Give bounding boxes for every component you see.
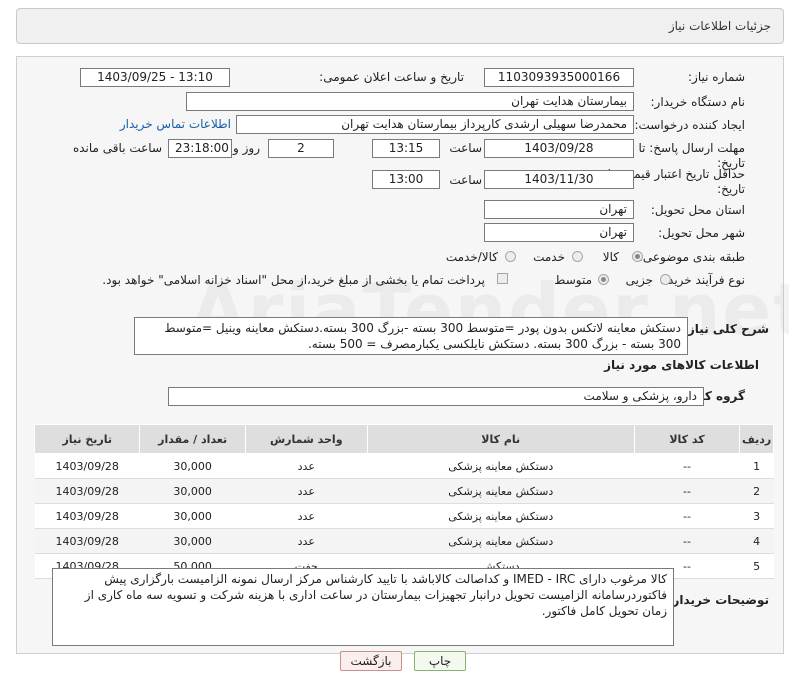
cell-row: 1 xyxy=(739,453,774,479)
category-goods-label: کالا xyxy=(602,250,619,264)
deadline-time-field[interactable]: 13:15 xyxy=(372,139,440,158)
buyer-org-label: نام دستگاه خریدار: xyxy=(650,95,746,109)
cell-name: دستکش معاینه پزشکی xyxy=(367,528,635,554)
category-goods-radio[interactable] xyxy=(632,251,643,262)
cell-name: دستکش معاینه پزشکی xyxy=(367,478,635,504)
province-label: استان محل تحویل: xyxy=(650,203,745,217)
buyer-notes-box[interactable]: کالا مرغوب دارای IMED - IRC و کداصالت کا… xyxy=(52,568,674,646)
cell-row: 5 xyxy=(739,553,774,579)
need-number-field[interactable]: 1103093935000166 xyxy=(484,68,634,87)
validity-date-field[interactable]: 1403/11/30 xyxy=(484,170,634,189)
col-code: کد کالا xyxy=(633,424,741,454)
cell-unit: عدد xyxy=(245,503,368,529)
back-button[interactable]: بازگشت xyxy=(340,651,402,671)
table-row[interactable]: 3 -- دستکش معاینه پزشکی عدد 30,000 1403/… xyxy=(34,503,774,529)
requester-label: ایجاد کننده درخواست: xyxy=(634,118,745,132)
announce-field[interactable]: 1403/09/25 - 13:10 xyxy=(80,68,230,87)
category-service-label: خدمت xyxy=(533,250,565,264)
treasury-payment-note: پرداخت تمام یا بخشی از مبلغ خرید،از محل … xyxy=(102,273,485,287)
table-row[interactable]: 4 -- دستکش معاینه پزشکی عدد 30,000 1403/… xyxy=(34,528,774,554)
treasury-payment-checkbox[interactable] xyxy=(497,273,508,284)
description-label: شرح کلی نیاز: xyxy=(683,322,769,336)
cell-date: 1403/09/28 xyxy=(34,453,140,479)
province-field[interactable]: تهران xyxy=(484,200,634,219)
col-quantity: تعداد / مقدار xyxy=(139,424,246,454)
cell-quantity: 30,000 xyxy=(139,503,246,529)
purchase-medium-label: متوسط xyxy=(554,273,592,287)
category-label: طبقه بندی موضوعی: xyxy=(638,250,745,264)
requester-field[interactable]: محمدرضا سهیلی ارشدی کارپرداز بیمارستان ه… xyxy=(236,115,634,134)
cell-date: 1403/09/28 xyxy=(34,528,140,554)
category-goods-service-label: کالا/خدمت xyxy=(445,250,498,264)
cell-quantity: 30,000 xyxy=(139,453,246,479)
cell-date: 1403/09/28 xyxy=(34,478,140,504)
cell-code: -- xyxy=(634,528,740,554)
deadline-label: مهلت ارسال پاسخ: تا xyxy=(638,141,745,155)
need-number-label: شماره نیاز: xyxy=(688,70,745,84)
col-name: نام کالا xyxy=(366,424,635,454)
validity-time-field[interactable]: 13:00 xyxy=(372,170,440,189)
cell-code: -- xyxy=(634,478,740,504)
purchase-type-label: نوع فرآیند خرید : xyxy=(660,273,745,287)
col-row: ردیف xyxy=(739,424,774,454)
days-remaining-field[interactable]: 2 xyxy=(268,139,334,158)
contact-info-link[interactable]: اطلاعات تماس خریدار xyxy=(120,117,231,131)
remaining-label: ساعت باقی مانده xyxy=(72,141,162,155)
category-service-radio[interactable] xyxy=(572,251,583,262)
time-remaining-field[interactable]: 23:18:00 xyxy=(168,139,232,158)
cell-quantity: 30,000 xyxy=(139,478,246,504)
validity-time-label: ساعت xyxy=(449,173,482,187)
cell-name: دستکش معاینه پزشکی xyxy=(367,453,635,479)
deadline-date-field[interactable]: 1403/09/28 xyxy=(484,139,634,158)
col-unit: واحد شمارش xyxy=(244,424,368,454)
city-field[interactable]: تهران xyxy=(484,223,634,242)
col-date: تاریخ نیاز xyxy=(33,424,141,454)
print-button[interactable]: چاپ xyxy=(414,651,466,671)
items-table: ردیف کد کالا نام کالا واحد شمارش تعداد /… xyxy=(33,424,774,579)
validity-label-2: تاریخ: xyxy=(717,182,745,196)
purchase-medium-radio[interactable] xyxy=(598,274,609,285)
goods-section-title: اطلاعات کالاهای مورد نیاز xyxy=(604,358,759,372)
city-label: شهر محل تحویل: xyxy=(658,226,745,240)
header-panel: جزئیات اطلاعات نیاز xyxy=(16,8,784,44)
page-title: جزئیات اطلاعات نیاز xyxy=(668,19,771,33)
table-row[interactable]: 2 -- دستکش معاینه پزشکی عدد 30,000 1403/… xyxy=(34,478,774,504)
description-box[interactable]: دستکش معاینه لاتکس بدون پودر =متوسط 300 … xyxy=(134,317,688,355)
cell-name: دستکش معاینه پزشکی xyxy=(367,503,635,529)
cell-row: 2 xyxy=(739,478,774,504)
cell-unit: عدد xyxy=(245,528,368,554)
cell-unit: عدد xyxy=(245,478,368,504)
buyer-org-field[interactable]: بیمارستان هدایت تهران xyxy=(186,92,634,111)
days-label: روز و xyxy=(233,141,260,155)
goods-group-field[interactable]: دارو، پزشکی و سلامت xyxy=(168,387,704,406)
table-row[interactable]: 1 -- دستکش معاینه پزشکی عدد 30,000 1403/… xyxy=(34,453,774,479)
cell-code: -- xyxy=(634,503,740,529)
cell-code: -- xyxy=(634,453,740,479)
cell-row: 3 xyxy=(739,503,774,529)
cell-quantity: 30,000 xyxy=(139,528,246,554)
deadline-time-label: ساعت xyxy=(449,141,482,155)
category-goods-service-radio[interactable] xyxy=(505,251,516,262)
cell-unit: عدد xyxy=(245,453,368,479)
cell-date: 1403/09/28 xyxy=(34,503,140,529)
cell-row: 4 xyxy=(739,528,774,554)
purchase-minor-label: جزیی xyxy=(625,273,653,287)
buyer-notes-label: توضیحات خریدار: xyxy=(667,593,769,607)
announce-label: تاریخ و ساعت اعلان عمومی: xyxy=(319,70,464,84)
purchase-minor-radio[interactable] xyxy=(660,274,671,285)
table-header-row: ردیف کد کالا نام کالا واحد شمارش تعداد /… xyxy=(33,424,774,454)
